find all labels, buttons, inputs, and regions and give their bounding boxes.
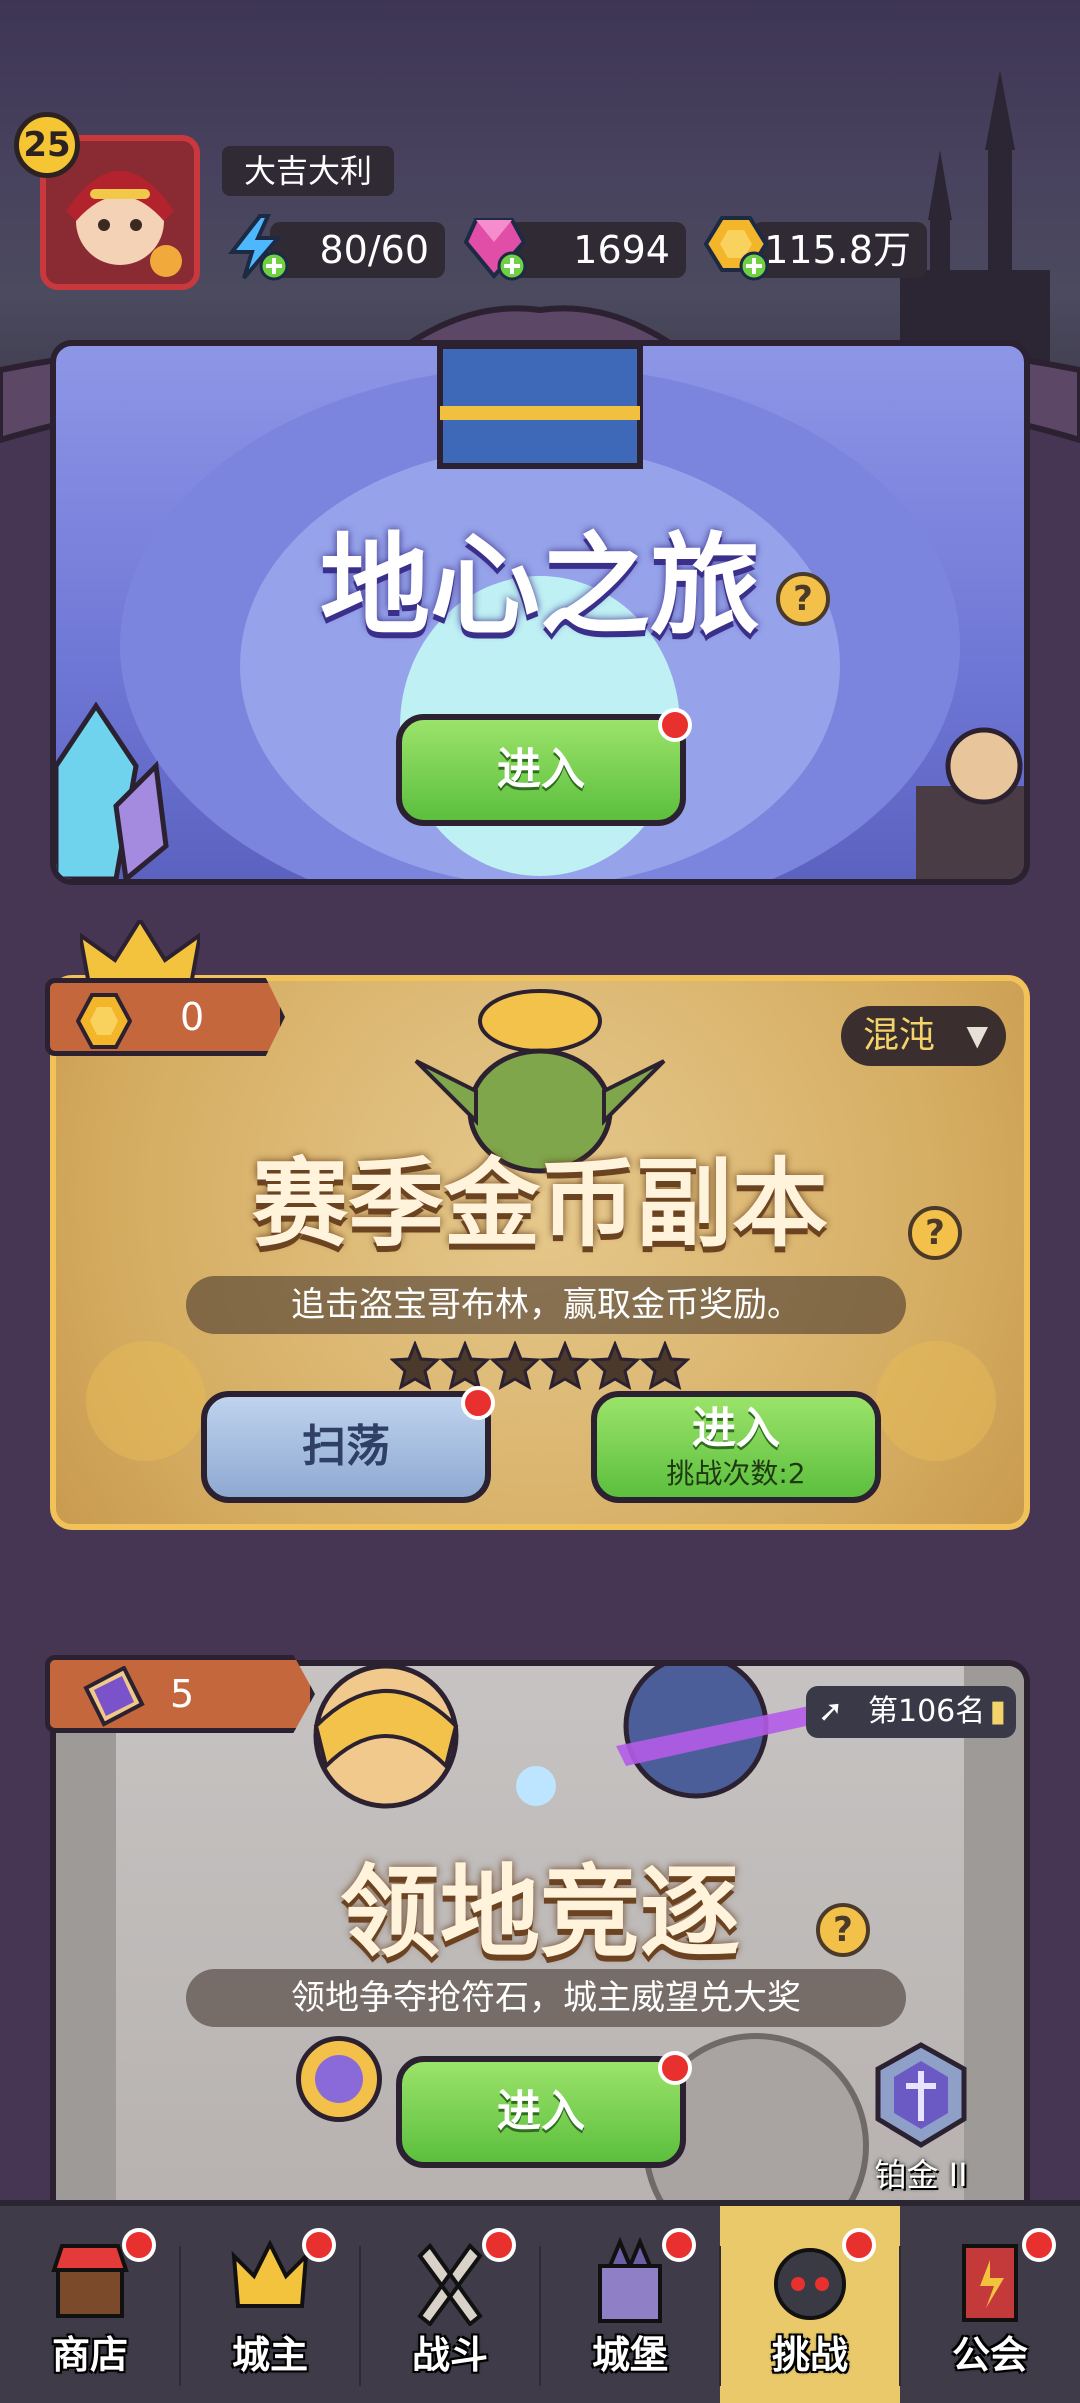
player-name[interactable]: 大吉大利	[222, 146, 395, 196]
difficulty-value: 混沌	[863, 1015, 936, 1056]
nav-item-challenge[interactable]: 挑战	[720, 2206, 900, 2403]
gold-coin-icon	[76, 993, 132, 1049]
sweep-button[interactable]: 扫荡	[201, 1391, 491, 1503]
trend-up-icon: ➚	[818, 1694, 844, 1729]
nav-notification-dot	[662, 2228, 696, 2262]
journey-enter-button[interactable]: 进入	[396, 714, 686, 826]
guild-icon	[962, 2244, 1018, 2322]
nav-label: 商店	[51, 2333, 128, 2377]
star-icon	[440, 1341, 490, 1391]
speech-bubble-icon[interactable]	[296, 2036, 382, 2122]
star-icon	[490, 1341, 540, 1391]
tier-label: 铂金 II	[874, 2156, 968, 2194]
castle-icon	[598, 2236, 662, 2323]
season-coin-enter-button[interactable]: 进入 挑战次数:2	[591, 1391, 881, 1503]
nav-item-battle[interactable]: 战斗	[360, 2206, 540, 2403]
lord-icon	[231, 2239, 309, 2308]
rank-badge[interactable]: ➚ 第106名 ▮	[806, 1686, 1016, 1738]
nav-label: 城主	[231, 2333, 308, 2377]
season-coin-enter-label: 进入	[692, 1403, 780, 1454]
ticket-count: 5	[170, 1672, 195, 1716]
journey-card[interactable]: 地心之旅 ? 进入	[50, 340, 1030, 885]
player-level-badge: 25	[14, 112, 80, 178]
sweep-notification-dot	[461, 1386, 495, 1420]
rank-value: 第106名	[868, 1694, 986, 1729]
nav-item-castle[interactable]: 城堡	[540, 2206, 720, 2403]
nav-separator	[359, 2246, 361, 2386]
territory-notification-dot	[658, 2051, 692, 2085]
nav-notification-dot	[302, 2228, 336, 2262]
chevron-down-icon: ▼	[966, 1019, 988, 1052]
nav-label: 公会	[951, 2333, 1028, 2377]
nav-separator	[539, 2246, 541, 2386]
nav-notification-dot	[122, 2228, 156, 2262]
platinum-tier-icon[interactable]	[866, 2041, 976, 2151]
star-icon	[390, 1341, 440, 1391]
territory-card[interactable]: 领地竞逐 ? 领地争夺抢符石，城主威望兑大奖 进入 ➚ 第106名 ▮ 铂金 I…	[50, 1660, 1030, 2210]
nav-notification-dot	[482, 2228, 516, 2262]
nav-item-shop[interactable]: 商店	[0, 2206, 180, 2403]
nav-separator	[899, 2246, 901, 2386]
territory-help-button[interactable]: ?	[816, 1903, 870, 1957]
ticket-count-ribbon: 5	[45, 1655, 315, 1733]
nav-item-guild[interactable]: 公会	[900, 2206, 1080, 2403]
bottom-navigation: 商店 城主 战斗 城堡 挑战 公会	[0, 2200, 1080, 2403]
journey-help-button[interactable]: ?	[776, 572, 830, 626]
season-coin-card[interactable]: 赛季金币副本 ? 追击盗宝哥布林，赢取金币奖励。 扫荡 进入 挑战次数:2 混沌…	[50, 975, 1030, 1530]
nav-item-lord[interactable]: 城主	[180, 2206, 360, 2403]
challenge-count: 挑战次数:2	[666, 1457, 806, 1490]
nav-notification-dot	[842, 2228, 876, 2262]
nav-separator	[719, 2246, 721, 2386]
difficulty-dropdown[interactable]: 混沌 ▼	[841, 1006, 1006, 1066]
challenge-icon	[774, 2248, 846, 2320]
territory-enter-button[interactable]: 进入	[396, 2056, 686, 2168]
battle-icon	[417, 2242, 483, 2326]
journey-title: 地心之旅	[320, 522, 760, 650]
shop-icon	[51, 2244, 129, 2318]
leaderboard-icon: ▮	[989, 1694, 1006, 1729]
territory-title: 领地竞逐	[340, 1854, 740, 1971]
nav-label: 城堡	[591, 2333, 668, 2377]
star-icon	[540, 1341, 590, 1391]
season-coin-count: 0	[180, 995, 205, 1039]
season-coin-count-ribbon: 0	[45, 978, 285, 1056]
season-coin-title: 赛季金币副本	[252, 1148, 828, 1260]
season-coin-description: 追击盗宝哥布林，赢取金币奖励。	[186, 1276, 906, 1334]
ticket-icon	[83, 1666, 145, 1727]
star-icon	[590, 1341, 640, 1391]
nav-label: 战斗	[411, 2333, 488, 2377]
journey-notification-dot	[658, 708, 692, 742]
territory-description: 领地争夺抢符石，城主威望兑大奖	[186, 1969, 906, 2027]
star-icon	[640, 1341, 690, 1391]
nav-label: 挑战	[771, 2333, 848, 2377]
nav-notification-dot	[1022, 2228, 1056, 2262]
difficulty-stars	[390, 1341, 690, 1395]
season-coin-help-button[interactable]: ?	[908, 1206, 962, 1260]
nav-separator	[179, 2246, 181, 2386]
